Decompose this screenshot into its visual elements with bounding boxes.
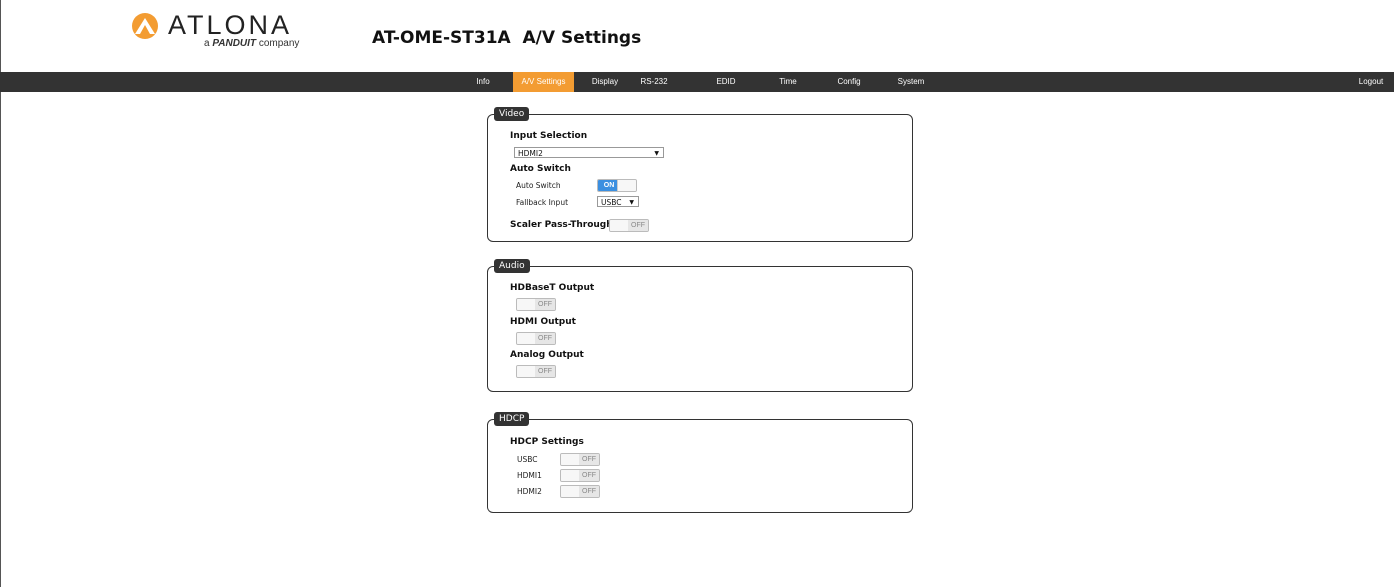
audio-legend: Audio bbox=[494, 259, 530, 273]
nav-info[interactable]: Info bbox=[468, 72, 498, 92]
toggle-state: OFF bbox=[579, 470, 599, 481]
hdcp-legend: HDCP bbox=[494, 412, 530, 426]
nav-edid[interactable]: EDID bbox=[711, 72, 741, 92]
toggle-knob bbox=[517, 299, 536, 310]
hdcp-hdmi1-toggle[interactable]: OFF bbox=[560, 469, 600, 482]
logo-sub-suffix: company bbox=[258, 38, 300, 49]
atlona-logo-icon bbox=[132, 13, 158, 39]
toggle-knob bbox=[517, 333, 536, 344]
nav-av-settings[interactable]: A/V Settings bbox=[513, 72, 574, 92]
hdbaset-output-label: HDBaseT Output bbox=[510, 283, 595, 293]
atlona-logo: ATLONA a PANDUIT company bbox=[128, 10, 318, 50]
hdcp-hdmi2-label: HDMI2 bbox=[517, 487, 542, 496]
auto-switch-label: Auto Switch bbox=[516, 181, 561, 190]
fallback-input-select[interactable]: USBC ▼ bbox=[597, 196, 639, 207]
toggle-state: OFF bbox=[628, 220, 648, 231]
video-panel: Video Input Selection HDMI2 ▼ Auto Switc… bbox=[487, 107, 913, 242]
page-title: AT-OME-ST31A A/V Settings bbox=[372, 28, 642, 48]
chevron-down-icon: ▼ bbox=[654, 150, 659, 157]
fallback-input-label: Fallback Input bbox=[516, 198, 569, 207]
logo-wordmark: ATLONA bbox=[168, 10, 293, 40]
toggle-knob bbox=[561, 486, 580, 497]
logo-tagline: a PANDUIT company bbox=[204, 38, 299, 49]
hdmi-output-label: HDMI Output bbox=[510, 317, 576, 327]
toggle-knob bbox=[617, 180, 636, 191]
hdcp-panel: HDCP HDCP Settings USBC OFF HDMI1 OFF HD… bbox=[487, 412, 913, 513]
toggle-state: OFF bbox=[535, 366, 555, 377]
input-selection-select[interactable]: HDMI2 ▼ bbox=[514, 147, 664, 158]
toggle-state: OFF bbox=[535, 333, 555, 344]
analog-output-toggle[interactable]: OFF bbox=[516, 365, 556, 378]
toggle-knob bbox=[561, 454, 580, 465]
auto-switch-heading: Auto Switch bbox=[510, 164, 571, 174]
hdbaset-output-toggle[interactable]: OFF bbox=[516, 298, 556, 311]
top-nav: Info A/V Settings Display RS-232 EDID Ti… bbox=[0, 72, 1394, 92]
hdcp-usbc-label: USBC bbox=[517, 455, 538, 464]
input-selection-label: Input Selection bbox=[510, 131, 588, 141]
hdcp-usbc-toggle[interactable]: OFF bbox=[560, 453, 600, 466]
toggle-state: OFF bbox=[579, 486, 599, 497]
hdcp-hdmi1-label: HDMI1 bbox=[517, 471, 542, 480]
logo-sub-prefix: a bbox=[204, 38, 210, 49]
fallback-input-value: USBC bbox=[601, 198, 622, 207]
scaler-pass-through-label: Scaler Pass-Through bbox=[510, 220, 613, 230]
hdcp-hdmi2-toggle[interactable]: OFF bbox=[560, 485, 600, 498]
toggle-knob bbox=[517, 366, 536, 377]
toggle-knob bbox=[610, 220, 629, 231]
hdcp-settings-label: HDCP Settings bbox=[510, 437, 584, 447]
hdmi-output-toggle[interactable]: OFF bbox=[516, 332, 556, 345]
chevron-down-icon: ▼ bbox=[629, 199, 634, 206]
toggle-state: OFF bbox=[579, 454, 599, 465]
toggle-knob bbox=[561, 470, 580, 481]
nav-display[interactable]: Display bbox=[588, 72, 622, 92]
auto-switch-toggle[interactable]: ON bbox=[597, 179, 637, 192]
analog-output-label: Analog Output bbox=[510, 350, 584, 360]
logo-sub-brand: PANDUIT bbox=[212, 38, 257, 49]
input-selection-value: HDMI2 bbox=[518, 149, 543, 158]
nav-system[interactable]: System bbox=[891, 72, 931, 92]
nav-rs232[interactable]: RS-232 bbox=[637, 72, 671, 92]
audio-panel: Audio HDBaseT Output OFF HDMI Output OFF… bbox=[487, 259, 913, 392]
video-legend: Video bbox=[494, 107, 530, 121]
scaler-pass-through-toggle[interactable]: OFF bbox=[609, 219, 649, 232]
header: ATLONA a PANDUIT company AT-OME-ST31A A/… bbox=[0, 0, 1394, 72]
toggle-state: OFF bbox=[535, 299, 555, 310]
nav-config[interactable]: Config bbox=[832, 72, 866, 92]
nav-time[interactable]: Time bbox=[773, 72, 803, 92]
logout-link[interactable]: Logout bbox=[1354, 72, 1388, 92]
